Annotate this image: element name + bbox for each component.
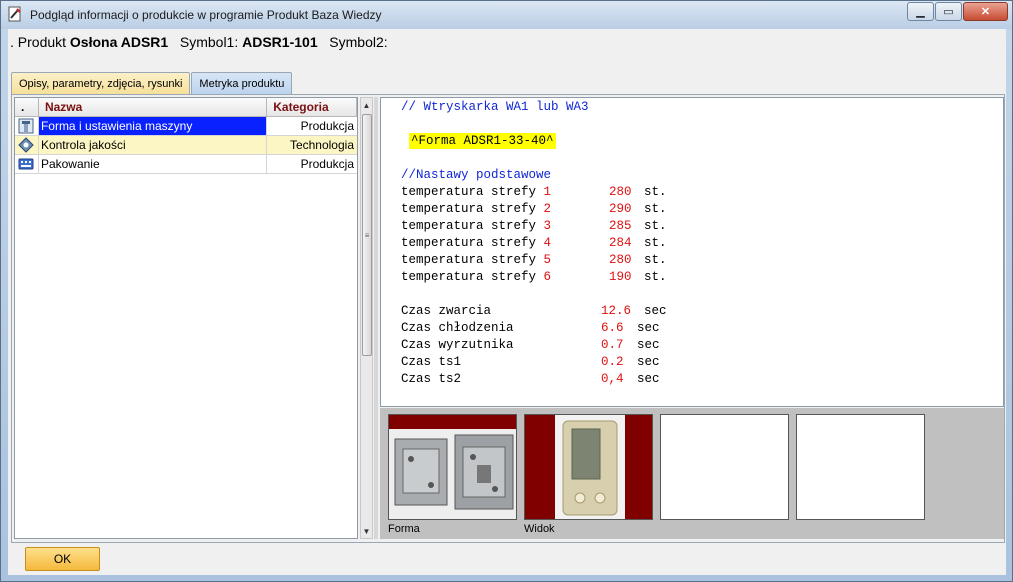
zone-value: 280 xyxy=(609,185,632,199)
tab-strip: Opisy, parametry, zdjęcia, rysunki Metry… xyxy=(11,72,293,94)
quality-diamond-icon xyxy=(15,136,39,154)
zone-line: temperatura strefy 2 xyxy=(401,202,552,216)
time-label: Czas wyrzutnika xyxy=(401,338,514,352)
time-unit: sec xyxy=(644,304,667,318)
time-value: 6.6 xyxy=(601,321,624,335)
zone-value: 280 xyxy=(609,253,632,267)
product-header: . Produkt Osłona ADSR1 Symbol1: ADSR1-10… xyxy=(10,34,388,50)
zone-line: temperatura strefy 1 xyxy=(401,185,552,199)
maximize-button[interactable]: ▭ xyxy=(935,2,962,21)
zone-unit: st. xyxy=(644,270,667,284)
gear-icon xyxy=(15,117,39,135)
image-placeholder[interactable] xyxy=(796,414,925,520)
zone-unit: st. xyxy=(644,219,667,233)
time-label: Czas ts1 xyxy=(401,355,462,369)
title-bar[interactable]: Podgląd informacji o produkcie w program… xyxy=(1,1,1012,29)
row-category: Produkcja xyxy=(300,157,354,171)
zone-line: temperatura strefy 5 xyxy=(401,253,552,267)
zone-line: temperatura strefy 6 xyxy=(401,270,552,284)
pane-splitter[interactable] xyxy=(374,97,378,539)
symbol1-value: ADSR1-101 xyxy=(242,34,318,50)
row-category: Produkcja xyxy=(267,117,357,135)
row-name: Kontrola jakości xyxy=(39,136,268,154)
comment-line: // Wtryskarka WA1 lub WA3 xyxy=(401,100,589,114)
app-icon xyxy=(8,6,21,22)
product-name: Osłona ADSR1 xyxy=(69,34,169,50)
row-name: Pakowanie xyxy=(39,155,268,173)
notes-text-area[interactable]: // Wtryskarka WA1 lub WA3 ^Forma ADSR1-3… xyxy=(380,97,1004,407)
grid-header: . Nazwa Kategoria xyxy=(15,98,358,117)
scroll-up-arrow-icon[interactable]: ▲ xyxy=(361,98,372,112)
main-window: Podgląd informacji o produkcie w program… xyxy=(0,0,1013,582)
zone-value: 290 xyxy=(609,202,632,216)
image-placeholder[interactable] xyxy=(660,414,789,520)
window-title: Podgląd informacji o produkcie w program… xyxy=(30,8,382,22)
time-value: 0,4 xyxy=(601,372,624,386)
tab-metrics[interactable]: Metryka produktu xyxy=(191,72,293,94)
time-unit: sec xyxy=(637,355,660,369)
scroll-down-arrow-icon[interactable]: ▼ xyxy=(361,524,372,538)
column-header-category[interactable]: Kategoria xyxy=(267,98,358,116)
ok-button[interactable]: OK xyxy=(25,547,100,571)
table-row[interactable]: Pakowanie Produkcja xyxy=(15,155,357,174)
image-gallery: Forma Widok xyxy=(380,408,1004,539)
image-thumbnail-part[interactable] xyxy=(524,414,653,520)
zone-line: temperatura strefy 4 xyxy=(401,236,552,250)
category-grid: . Nazwa Kategoria Forma i ustawienia mas… xyxy=(14,97,358,539)
time-label: Czas zwarcia xyxy=(401,304,492,318)
table-row[interactable]: Forma i ustawienia maszyny Produkcja xyxy=(15,117,357,136)
time-label: Czas chłodzenia xyxy=(401,321,514,335)
image-caption: Forma xyxy=(388,523,420,535)
zone-unit: st. xyxy=(644,236,667,250)
row-name: Forma i ustawienia maszyny xyxy=(38,117,268,135)
zone-unit: st. xyxy=(644,253,667,267)
time-value: 12.6 xyxy=(601,304,632,318)
column-header-marker[interactable]: . xyxy=(15,98,39,116)
scroll-thumb[interactable]: ≡ xyxy=(362,114,372,356)
tab-panel: . Nazwa Kategoria Forma i ustawienia mas… xyxy=(11,94,1005,543)
comment-line: //Nastawy podstawowe xyxy=(401,168,552,182)
symbol1-label: Symbol1: xyxy=(179,34,239,50)
zone-value: 190 xyxy=(609,270,632,284)
zone-value: 284 xyxy=(609,236,632,250)
time-value: 0.7 xyxy=(601,338,624,352)
symbol2-label: Symbol2: xyxy=(329,34,388,50)
image-thumbnail-mold[interactable] xyxy=(388,414,517,520)
zone-value: 285 xyxy=(609,219,632,233)
time-unit: sec xyxy=(637,372,660,386)
column-header-name[interactable]: Nazwa xyxy=(39,98,268,116)
dialog-client: . Produkt Osłona ADSR1 Symbol1: ADSR1-10… xyxy=(8,29,1006,575)
product-label: . Produkt xyxy=(10,34,67,50)
close-button[interactable]: ✕ xyxy=(963,2,1008,21)
time-unit: sec xyxy=(637,321,660,335)
list-scrollbar[interactable]: ▲ ≡ ▼ xyxy=(360,97,373,539)
image-caption: Widok xyxy=(524,523,555,535)
form-tag: ^Forma ADSR1-33-40^ xyxy=(409,133,556,149)
keyboard-icon xyxy=(15,155,39,173)
zone-unit: st. xyxy=(644,185,667,199)
window-controls: ▁ ▭ ✕ xyxy=(906,2,1008,21)
form-tag-line: ^Forma ADSR1-33-40^ xyxy=(409,133,556,149)
zone-line: temperatura strefy 3 xyxy=(401,219,552,233)
minimize-button[interactable]: ▁ xyxy=(907,2,934,21)
zone-unit: st. xyxy=(644,202,667,216)
time-value: 0.2 xyxy=(601,355,624,369)
time-label: Czas ts2 xyxy=(401,372,462,386)
table-row[interactable]: Kontrola jakości Technologia xyxy=(15,136,357,155)
tab-descriptions[interactable]: Opisy, parametry, zdjęcia, rysunki xyxy=(11,72,191,94)
row-category: Technologia xyxy=(289,138,354,152)
time-unit: sec xyxy=(637,338,660,352)
